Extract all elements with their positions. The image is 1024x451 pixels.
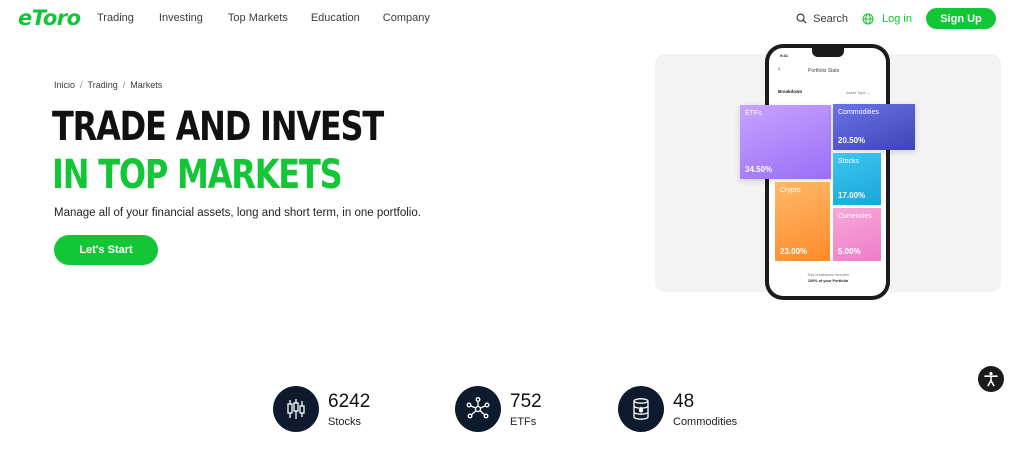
hero-title-line1: TRADE AND INVEST <box>52 104 384 150</box>
nav-actions: Search Log in Sign Up <box>796 8 996 29</box>
tile-stocks-value: 17.00% <box>838 191 866 200</box>
accessibility-button[interactable] <box>978 366 1004 392</box>
tile-commodities: Commodities 20.50% <box>833 104 915 150</box>
candlestick-icon <box>273 386 319 432</box>
stat-stocks: 6242 Stocks <box>273 386 370 432</box>
search-icon <box>796 13 807 24</box>
tile-crypto: Crypto 23.00% <box>775 182 830 261</box>
nav-link-top-markets[interactable]: Top Markets <box>228 12 288 24</box>
phone-breakdown-label: Breakdown <box>778 89 803 94</box>
nav-link-trading[interactable]: Trading <box>97 12 134 24</box>
phone-title: Portfolio Stats <box>808 68 840 74</box>
breadcrumb: Inicio / Trading / Markets <box>54 80 162 90</box>
tile-currencies-value: 5.00% <box>838 247 861 256</box>
phone-time: 9:41 <box>780 53 789 58</box>
nav-link-company[interactable]: Company <box>383 12 430 24</box>
phone-footer-line1: This breakdown includes <box>807 273 849 277</box>
tile-commodities-name: Commodities <box>838 109 879 116</box>
stat-stocks-label: Stocks <box>328 415 362 428</box>
search-label: Search <box>813 12 849 25</box>
stat-stocks-number: 6242 <box>328 390 371 412</box>
phone-notch <box>812 48 844 57</box>
tile-currencies: Currencies 5.00% <box>833 208 881 261</box>
lets-start-button[interactable]: Let's Start <box>54 235 158 265</box>
oil-barrel-icon <box>618 386 664 432</box>
accessibility-icon <box>984 372 998 387</box>
tile-stocks-name: Stocks <box>838 158 860 165</box>
breadcrumb-separator: / <box>80 80 83 90</box>
signup-button[interactable]: Sign Up <box>926 8 996 29</box>
tile-etfs: ETFs 34.50% <box>740 105 831 179</box>
stat-commodities: 48 Commodities <box>618 386 737 432</box>
tile-currencies-name: Currencies <box>838 213 872 220</box>
nav-link-investing[interactable]: Investing <box>159 12 203 24</box>
tile-crypto-name: Crypto <box>780 187 801 194</box>
top-navigation: eToro Trading Investing Top Markets Educ… <box>0 0 1024 38</box>
language-button[interactable] <box>862 12 874 25</box>
search-button[interactable]: Search <box>796 13 848 25</box>
breadcrumb-item-markets: Markets <box>130 80 163 90</box>
stat-etfs-label: ETFs <box>510 415 537 428</box>
tile-etfs-value: 34.50% <box>745 165 773 174</box>
stat-etfs-number: 752 <box>510 390 542 412</box>
login-link[interactable]: Log in <box>882 13 912 25</box>
phone-asset-type-label: Asset Type ⌄ <box>846 90 871 95</box>
breadcrumb-item-trading[interactable]: Trading <box>88 80 118 90</box>
hero-subtitle: Manage all of your financial assets, lon… <box>54 207 421 219</box>
chevron-left-icon: ‹ <box>778 66 781 73</box>
tile-commodities-value: 20.50% <box>838 136 866 145</box>
breadcrumb-item-inicio[interactable]: Inicio <box>54 80 75 90</box>
phone-footer-line2: 100% of your Portfolio <box>807 279 849 283</box>
stat-commodities-number: 48 <box>673 390 695 412</box>
stat-commodities-label: Commodities <box>673 415 738 428</box>
breadcrumb-separator: / <box>122 80 126 90</box>
hero-title-line2: IN TOP MARKETS <box>52 152 343 198</box>
nav-link-education[interactable]: Education <box>311 12 360 24</box>
nav-links: Trading Investing Top Markets Education … <box>97 12 430 24</box>
logo-text: eToro <box>18 6 81 30</box>
stat-etfs: 752 ETFs <box>455 386 542 432</box>
globe-icon <box>862 12 874 25</box>
tile-stocks: Stocks 17.00% <box>833 153 881 205</box>
network-icon <box>455 386 501 432</box>
tile-etfs-name: ETFs <box>745 110 762 117</box>
tile-crypto-value: 23.00% <box>780 247 808 256</box>
etoro-logo[interactable]: eToro <box>18 6 81 30</box>
